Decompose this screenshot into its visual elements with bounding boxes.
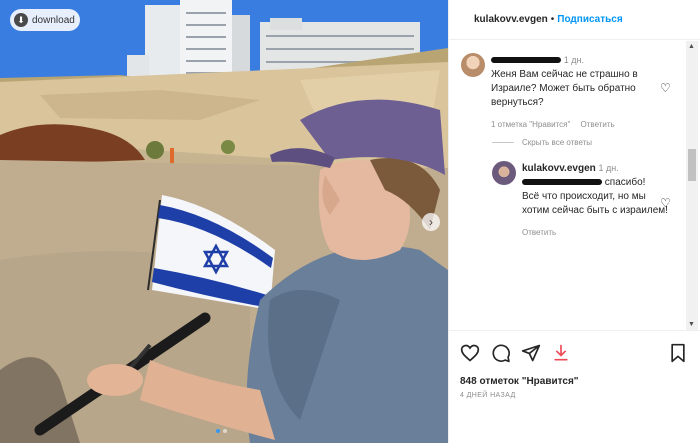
reply-item: kulakovv.evgen 1 дн. спасибо! Всё что пр… xyxy=(492,161,682,240)
scroll-thumb[interactable] xyxy=(688,149,696,181)
avatar[interactable] xyxy=(492,161,516,185)
reply-text-tail: спасибо! xyxy=(604,177,646,188)
reply-text: Всё что происходит, но мы хотим сейчас б… xyxy=(522,191,668,216)
hide-replies-button[interactable]: Скрыть все ответы xyxy=(492,138,592,147)
carousel-dot xyxy=(216,429,220,433)
like-reply-icon[interactable]: ♡ xyxy=(660,196,671,210)
redacted-mention[interactable] xyxy=(522,179,602,186)
follow-button[interactable]: Подписаться xyxy=(557,14,622,25)
photo-illustration xyxy=(0,0,448,443)
post-actions: 848 отметок "Нравится" 4 ДНЕЙ НАЗАД xyxy=(448,330,700,443)
download-button[interactable]: ⬇ download xyxy=(10,9,80,31)
download-icon[interactable] xyxy=(551,343,571,363)
reply-reply-button[interactable]: Ответить xyxy=(522,228,556,237)
comment-time: 1 дн. xyxy=(563,55,585,65)
download-label: download xyxy=(32,14,75,26)
comment-text: Женя Вам сейчас не страшно в Израиле? Мо… xyxy=(491,69,638,108)
hide-replies-label: Скрыть все ответы xyxy=(522,138,593,147)
download-icon: ⬇ xyxy=(14,13,28,27)
header-separator: • xyxy=(550,14,555,25)
reply-time: 1 дн. xyxy=(598,163,619,173)
likes-count[interactable]: 848 отметок "Нравится" xyxy=(460,376,579,387)
post-date[interactable]: 4 ДНЕЙ НАЗАД xyxy=(460,392,516,399)
divider xyxy=(492,142,514,143)
post-header: kulakovv.evgen • Подписаться xyxy=(449,0,700,40)
comments-list: 1 дн. Женя Вам сейчас не страшно в Израи… xyxy=(449,41,689,331)
redacted-username[interactable] xyxy=(491,57,561,64)
header-username[interactable]: kulakovv.evgen xyxy=(474,14,548,25)
share-icon[interactable] xyxy=(521,343,541,363)
carousel-dot xyxy=(223,429,227,433)
reply-username[interactable]: kulakovv.evgen xyxy=(522,163,596,174)
post-photo[interactable]: ⬇ download › xyxy=(0,0,448,443)
like-comment-icon[interactable]: ♡ xyxy=(660,81,671,95)
next-slide-button[interactable]: › xyxy=(422,213,440,231)
comment-meta: 1 отметка "Нравится" Ответить xyxy=(491,118,661,132)
avatar[interactable] xyxy=(461,53,485,77)
comments-scrollbar[interactable]: ▲ ▼ xyxy=(686,41,698,330)
carousel-dots xyxy=(216,429,227,433)
heart-icon[interactable] xyxy=(460,343,480,363)
bookmark-icon[interactable] xyxy=(668,343,688,363)
reply-button[interactable]: Ответить xyxy=(581,120,615,129)
comment-icon[interactable] xyxy=(491,343,511,363)
comment-likes[interactable]: 1 отметка "Нравится" xyxy=(491,120,570,129)
scroll-up-arrow-icon[interactable]: ▲ xyxy=(688,43,695,50)
reply-meta: Ответить xyxy=(522,226,672,240)
scroll-down-arrow-icon[interactable]: ▼ xyxy=(688,321,695,328)
comment-item: 1 дн. Женя Вам сейчас не страшно в Израи… xyxy=(461,53,676,132)
chevron-right-icon: › xyxy=(429,215,433,229)
